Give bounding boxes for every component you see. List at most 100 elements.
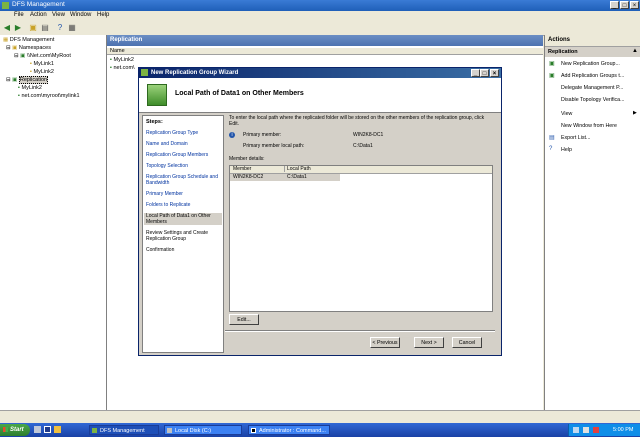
add-replication-groups-icon: ▣ (549, 73, 555, 79)
system-tray: 5:00 PM (568, 424, 640, 436)
menu-help[interactable]: Help (97, 12, 109, 18)
next-button[interactable]: Next > (414, 337, 444, 348)
close-button[interactable]: × (630, 1, 639, 9)
primary-member-value: WIN2K8-DC1 (353, 132, 384, 138)
new-replication-group-icon: ▣ (549, 61, 555, 67)
start-button[interactable]: Start (0, 424, 30, 436)
windows-logo-icon (3, 427, 8, 432)
tree-replication-mylink2[interactable]: ▪ MyLink2 (18, 85, 42, 91)
show-tree-icon[interactable]: ▤ (40, 23, 50, 33)
step-item[interactable]: Primary Member (146, 191, 222, 197)
tree-namespaces[interactable]: ⊟ ▣ Namespaces (6, 45, 51, 51)
back-icon[interactable]: ◀ (2, 23, 12, 33)
window-titlebar: DFS Management _ □ × (0, 0, 640, 11)
tree-link-mylink2[interactable]: ▪ MyLink2 (30, 69, 54, 75)
help-icon[interactable]: ? (55, 23, 65, 33)
tree-replication-mylink1[interactable]: ▪ net.com\myroot\mylink1 (18, 93, 80, 99)
action-help[interactable]: Help (561, 147, 572, 153)
step-item: Confirmation (146, 247, 175, 253)
primary-path-value: C:\Data1 (353, 143, 373, 149)
column-header-name[interactable]: Name (107, 48, 543, 55)
cancel-button[interactable]: Cancel (452, 337, 482, 348)
quicklaunch-server-icon[interactable] (34, 426, 41, 433)
step-item[interactable]: Topology Selection (146, 163, 222, 169)
previous-button[interactable]: < Previous (370, 337, 400, 348)
wizard-dialog: New Replication Group Wizard _ □ × Local… (138, 67, 502, 356)
maximize-button[interactable]: □ (620, 1, 629, 9)
wizard-maximize-button[interactable]: □ (480, 69, 489, 77)
console-tree: ▦ DFS Management ⊟ ▣ Namespaces ⊟ ▣ \\Ne… (0, 35, 107, 410)
list-item[interactable]: ▪ net.com\ (110, 65, 135, 71)
member-details-label: Member details: (229, 156, 265, 162)
action-export-list[interactable]: Export List... (561, 135, 590, 141)
window-title: DFS Management (12, 1, 65, 8)
menu-view[interactable]: View (52, 12, 65, 18)
actions-header: Actions (545, 35, 640, 47)
taskbar-task-command-prompt[interactable]: Administrator : Command... (248, 425, 330, 435)
collapse-icon: ▲ (632, 48, 638, 54)
member-cell: WIN2K8-DC2 (233, 174, 264, 180)
step-item[interactable]: Folders to Replicate (146, 202, 222, 208)
action-add-replication-groups[interactable]: Add Replication Groups t... (561, 73, 624, 79)
column-header-local-path[interactable]: Local Path (284, 166, 311, 172)
tray-clock[interactable]: 5:00 PM (613, 427, 633, 433)
member-details-table: Member Local Path WIN2K8-DC2 C:\Data1 (229, 165, 493, 312)
list-item[interactable]: ▪ MyLink2 (110, 57, 134, 63)
help-icon: ? (549, 146, 553, 152)
action-new-window[interactable]: New Window from Here (561, 123, 617, 129)
forward-icon[interactable]: ▶ (13, 23, 23, 33)
column-header-member[interactable]: Member (233, 166, 251, 172)
wizard-separator (225, 330, 495, 332)
results-header: Replication (107, 35, 543, 46)
actions-pane: Actions Replication ▲ ▣ New Replication … (544, 35, 640, 410)
action-delegate-management[interactable]: Delegate Management P... (561, 85, 623, 91)
menu-window[interactable]: Window (70, 12, 91, 18)
wizard-title: New Replication Group Wizard (151, 70, 239, 76)
namespace-icon: ▣ (20, 53, 27, 59)
minimize-button[interactable]: _ (610, 1, 619, 9)
wizard-header: Local Path of Data1 on Other Members (139, 78, 501, 113)
menu-bar: File Action View Window Help (0, 11, 640, 21)
tray-volume-icon[interactable] (583, 427, 589, 433)
wizard-steps-panel: Steps: Replication Group Type Name and D… (142, 115, 224, 353)
up-folder-icon[interactable]: ▣ (28, 23, 38, 33)
menu-file[interactable]: File (14, 12, 24, 18)
status-bar (0, 410, 640, 424)
properties-icon[interactable]: ▦ (67, 23, 77, 33)
step-item[interactable]: Name and Domain (146, 141, 222, 147)
tray-network-icon[interactable] (573, 427, 579, 433)
taskbar-task-dfs[interactable]: DFS Management (89, 425, 159, 435)
wizard-minimize-button[interactable]: _ (471, 69, 480, 77)
menu-action[interactable]: Action (30, 12, 47, 18)
table-header: Member Local Path (230, 166, 492, 174)
tray-security-icon[interactable] (593, 427, 599, 433)
replication-icon: ▣ (12, 77, 19, 83)
tree-link-mylink1[interactable]: ▪ MyLink1 (30, 61, 54, 67)
local-path-cell: C:\Data1 (287, 174, 307, 180)
step-item-current[interactable]: Local Path of Data1 on Other Members (144, 213, 222, 225)
quicklaunch-powershell-icon[interactable] (44, 426, 51, 433)
info-icon: i (229, 132, 235, 138)
action-view[interactable]: View (561, 111, 572, 117)
namespaces-icon: ▣ (12, 45, 19, 51)
step-item[interactable]: Replication Group Members (146, 152, 222, 158)
tree-dfs-management[interactable]: ▦ DFS Management (3, 37, 54, 43)
action-new-replication-group[interactable]: New Replication Group... (561, 61, 620, 67)
step-item[interactable]: Replication Group Schedule and Bandwidth (146, 174, 222, 186)
drive-icon (167, 428, 172, 433)
wizard-close-button[interactable]: × (490, 69, 499, 77)
dfs-icon: ▦ (3, 37, 10, 43)
step-item[interactable]: Replication Group Type (146, 130, 222, 136)
wizard-heading: Local Path of Data1 on Other Members (175, 90, 304, 97)
table-row[interactable]: WIN2K8-DC2 C:\Data1 (230, 174, 340, 181)
quicklaunch-explorer-icon[interactable] (54, 426, 61, 433)
action-disable-topology-verification[interactable]: Disable Topology Verifica... (561, 97, 625, 103)
tree-namespace-root[interactable]: ⊟ ▣ \\Net.com\MyRoot (14, 53, 71, 59)
tree-replication[interactable]: ⊟ ▣ Replication (6, 76, 49, 84)
wizard-titlebar: New Replication Group Wizard _ □ × (139, 68, 501, 78)
taskbar-task-local-disk[interactable]: Local Disk (C:) (164, 425, 242, 435)
primary-path-label: Primary member local path: (243, 143, 305, 149)
edit-button[interactable]: Edit... (229, 314, 259, 325)
step-item: Review Settings and Create Replication G… (146, 230, 208, 242)
actions-section-header[interactable]: Replication ▲ (545, 47, 640, 57)
